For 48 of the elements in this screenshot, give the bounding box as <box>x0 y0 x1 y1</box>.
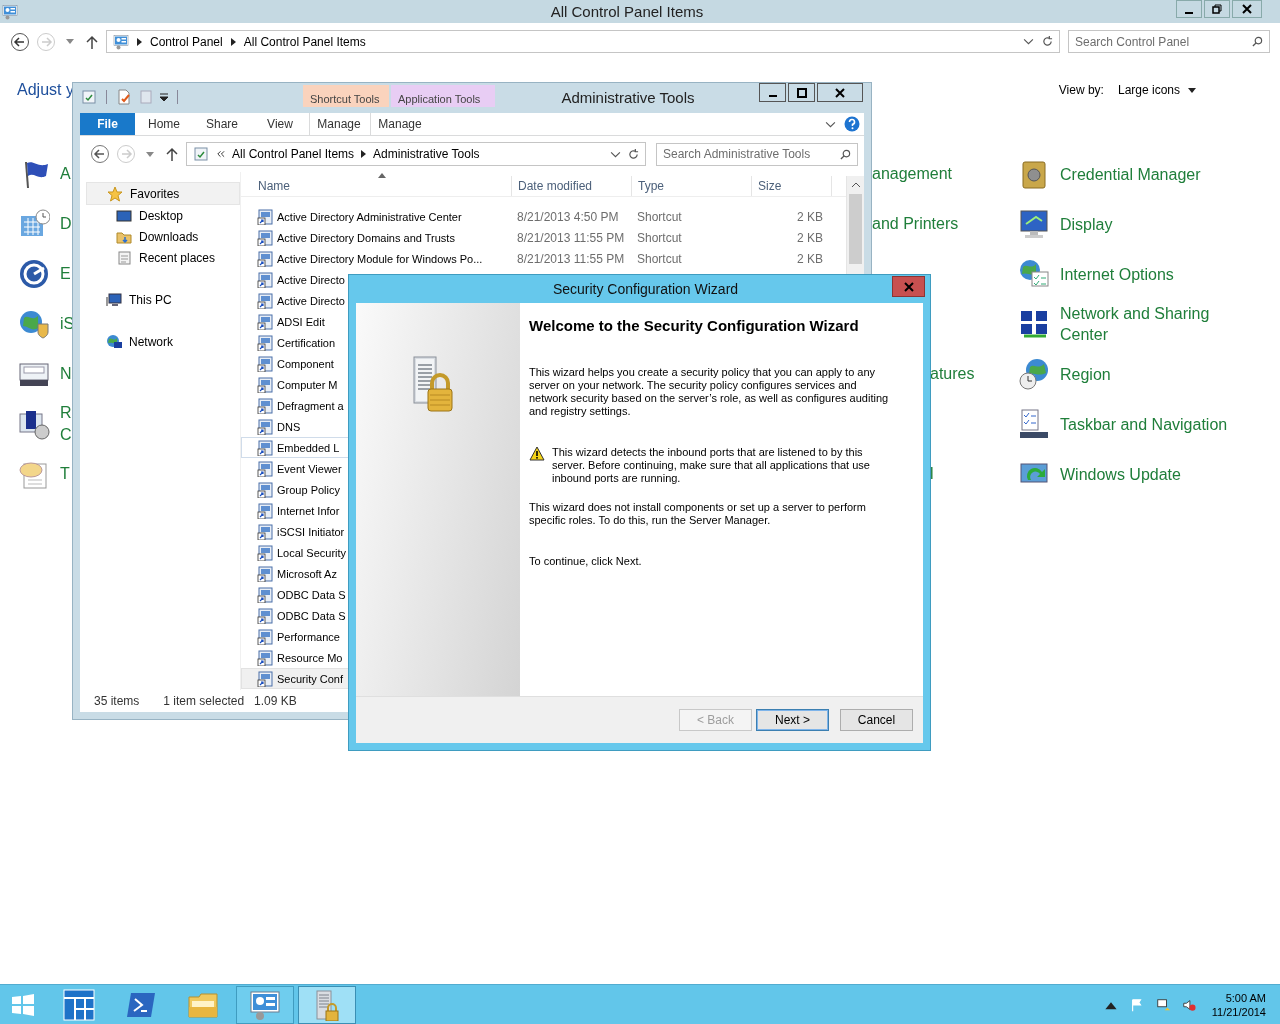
file-name: Active Directory Domains and Trusts <box>277 231 456 244</box>
file-name: ODBC Data S <box>277 588 347 601</box>
date-cell-text: 8/21/2013 11:55 PM <box>517 230 626 245</box>
item-count: 35 items <box>94 694 140 708</box>
selection-size: 1.09 KB <box>254 694 297 708</box>
file-name: Computer M <box>277 378 339 391</box>
file-name: Internet Infor <box>277 504 341 517</box>
size-cell-text: 2 KB <box>796 230 823 245</box>
file-name: iSCSI Initiator <box>277 525 346 538</box>
view-by-label: View by: <box>1058 83 1104 97</box>
size-cell-text: 2 KB <box>796 251 823 266</box>
file-name: Active Directory Administrative Center <box>277 210 463 223</box>
file-name: Local Security <box>277 546 348 559</box>
date-cell-text: 8/21/2013 11:55 PM <box>517 251 626 266</box>
file-name: ADSI Edit <box>277 315 326 328</box>
file-name: DNS <box>277 420 302 433</box>
type-cell-text: Shortcut <box>637 230 683 245</box>
warning-text: This wizard detects the inbound ports that are listened to by this server. Before continuing, make sure that all applications that use inbound ports are running. <box>552 446 871 485</box>
file-name: Group Policy <box>277 483 341 496</box>
size-cell-text: 2 KB <box>796 209 823 224</box>
file-name: Security Conf <box>277 672 345 685</box>
date-cell-text: 8/21/2013 4:50 PM <box>517 209 620 224</box>
window-title: All Control Panel Items <box>549 3 705 20</box>
context-tab-group: Application Tools <box>391 85 495 107</box>
type-cell-text: Shortcut <box>637 209 683 224</box>
paragraph: This wizard helps you create a security policy that you can apply to any server on your network. The security policy configures services and network security based on the server’s role, as well as configures auditing and registry settings. <box>529 366 890 418</box>
file-name: Resource Mo <box>277 651 344 664</box>
file-name: Embedded L <box>277 441 341 454</box>
type-cell-text: Shortcut <box>637 251 683 266</box>
paragraph: This wizard does not install components or set up a server to perform specific roles. To do this, run the Server Manager. <box>529 501 867 527</box>
selection-info: 1 item selected <box>163 694 245 708</box>
file-name: Defragment a <box>277 399 345 412</box>
file-name: Microsoft Az <box>277 567 338 580</box>
file-name: Active Directory Module for Windows Po... <box>277 252 484 265</box>
file-name: Certification <box>277 336 337 349</box>
file-name: Active Directo <box>277 294 346 307</box>
wizard-heading: Welcome to the Security Configuration Wizard <box>529 317 860 334</box>
clock-time: 5:00 AM <box>1225 990 1266 1005</box>
file-name: Performance <box>277 630 341 643</box>
paragraph: To continue, click Next. <box>529 555 643 568</box>
file-name: Component <box>277 357 335 370</box>
window-title: Administrative Tools <box>560 88 696 106</box>
file-name: Event Viewer <box>277 462 343 475</box>
window-title: Security Configuration Wizard <box>551 280 740 297</box>
context-tab-group: Shortcut Tools <box>303 85 389 107</box>
file-name: ODBC Data S <box>277 609 347 622</box>
file-name: Active Directo <box>277 273 346 286</box>
clock-date: 11/21/2014 <box>1211 1004 1266 1019</box>
